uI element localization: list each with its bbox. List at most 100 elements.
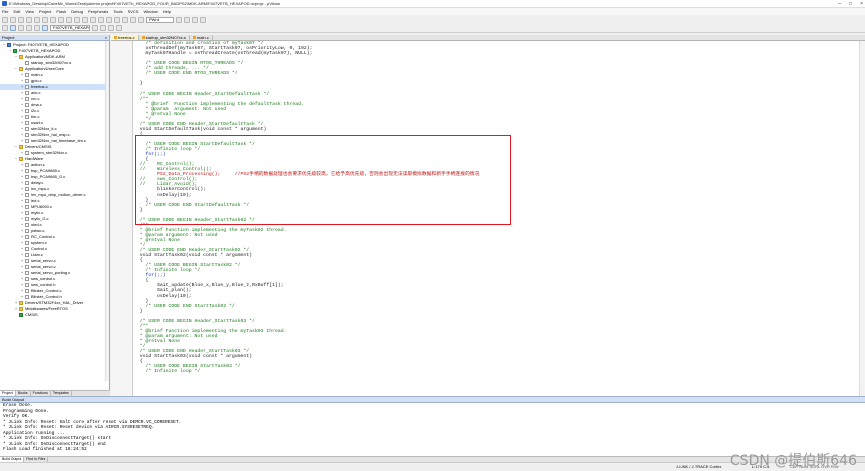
editor-tab[interactable]: main.c — [190, 35, 213, 40]
menu-flash[interactable]: Flash — [56, 9, 66, 14]
editor-scrollbar[interactable] — [859, 41, 865, 396]
open-file-icon[interactable] — [10, 16, 16, 23]
menu-peripherals[interactable]: Peripherals — [88, 9, 108, 14]
expand-icon[interactable]: + — [20, 138, 24, 144]
main-toolbar: PWrd — [0, 15, 865, 24]
menu-tools[interactable]: Tools — [113, 9, 122, 14]
expand-icon[interactable]: + — [20, 294, 24, 300]
file-icon — [25, 79, 29, 83]
editor-tab[interactable]: startup_stm32f407xx.s — [139, 35, 190, 40]
debug-icon[interactable] — [192, 16, 198, 23]
close-icon[interactable]: × — [860, 1, 863, 7]
expand-icon[interactable]: − — [14, 54, 18, 60]
code-line: 216 void StartTask03(void const * argume… — [134, 354, 252, 360]
undo-icon[interactable] — [58, 16, 64, 23]
find-icon[interactable] — [176, 16, 182, 23]
expand-icon[interactable]: − — [14, 156, 18, 162]
batch-build-icon[interactable] — [26, 25, 32, 31]
panel-close-icon[interactable]: × — [105, 35, 107, 40]
navigate-back-icon[interactable] — [74, 16, 80, 23]
bookmark-prev-icon[interactable] — [98, 16, 104, 23]
bookmark-next-icon[interactable] — [106, 16, 112, 23]
find-in-files-icon[interactable] — [184, 16, 190, 23]
code-text: /* USER CODE END RTOS_THREADS */ — [134, 71, 238, 77]
file-icon — [25, 169, 29, 173]
expand-icon[interactable]: + — [14, 306, 18, 312]
build-output-text[interactable]: Erase Done. Programming Done. Verify OK. * … — [0, 403, 865, 453]
file-icon — [25, 289, 29, 293]
indent-icon[interactable] — [114, 16, 120, 23]
file-icon — [25, 193, 29, 197]
project-tree: − Project: F407VETB_HEXAPOD − F407VETB_HEXA… — [0, 41, 109, 318]
file-icon — [25, 265, 29, 269]
save-all-icon[interactable] — [26, 16, 32, 23]
tree-item[interactable]: CMSIS — [0, 312, 109, 318]
file-icon — [25, 121, 29, 125]
manage-runtime-icon[interactable] — [108, 25, 114, 31]
code-area[interactable]: 154 /* definition and creation of myTask… — [134, 41, 859, 396]
code-text: /* USER CODE BEGIN Header_StartTask02 */ — [134, 217, 255, 223]
cut-icon[interactable] — [34, 16, 40, 23]
pack-installer-icon[interactable] — [116, 25, 122, 31]
expand-icon[interactable]: − — [14, 144, 18, 150]
code-line: 162 } — [134, 81, 143, 87]
save-icon[interactable] — [18, 16, 24, 23]
expand-icon[interactable]: − — [14, 66, 18, 72]
file-icon — [25, 199, 29, 203]
comment-icon[interactable] — [130, 16, 136, 23]
code-text: /* USER CODE END StartDefaultTask */ — [134, 202, 250, 208]
file-icon — [25, 139, 29, 143]
minimize-icon[interactable]: – — [838, 1, 841, 7]
bookmark-icon[interactable] — [90, 16, 96, 23]
navigate-forward-icon[interactable] — [82, 16, 88, 23]
menu-project[interactable]: Project — [39, 9, 51, 14]
unindent-icon[interactable] — [122, 16, 128, 23]
menu-edit[interactable]: Edit — [13, 9, 20, 14]
build-icon[interactable] — [10, 25, 16, 31]
file-icon — [25, 283, 29, 287]
maximize-icon[interactable]: □ — [849, 1, 852, 7]
build-toolbar: F407VETB_HEXAPOD — [0, 24, 865, 33]
editor-tab-label: main.c — [196, 34, 209, 40]
paste-icon[interactable] — [50, 16, 56, 23]
code-line: 160 /* USER CODE END RTOS_THREADS */ — [134, 71, 238, 77]
menu-file[interactable]: File — [2, 9, 8, 14]
expand-icon[interactable]: + — [20, 150, 24, 156]
pack-icon — [19, 313, 23, 317]
code-line: 189 /* USER CODE BEGIN Header_StartTask0… — [134, 218, 255, 224]
menu-svcs[interactable]: SVCS — [128, 9, 139, 14]
watermark: CSDN @提伯斯646 — [729, 453, 857, 469]
menu-view[interactable]: View — [25, 9, 34, 14]
code-line: 187 } — [134, 208, 143, 214]
code-text: void StartTask02(void const * argument) — [134, 253, 253, 259]
uncomment-icon[interactable] — [138, 16, 144, 23]
target-select[interactable]: F407VETB_HEXAPOD — [50, 25, 90, 31]
file-icon — [25, 271, 29, 275]
project-panel: Project × − Project: F407VETB_HEXAPOD − F40… — [0, 35, 110, 390]
menu-window[interactable]: Window — [143, 9, 157, 14]
stop-build-icon[interactable] — [34, 25, 40, 31]
editor-tab[interactable]: freertos.c — [111, 35, 139, 40]
expand-icon[interactable]: − — [2, 42, 6, 48]
menu-debug[interactable]: Debug — [71, 9, 83, 14]
target-options-icon[interactable] — [92, 25, 98, 31]
file-icon — [25, 133, 29, 137]
file-icon — [25, 187, 29, 191]
folder-icon — [19, 145, 23, 149]
file-icon — [25, 211, 29, 215]
expand-icon[interactable]: − — [8, 48, 12, 54]
file-icon — [25, 115, 29, 119]
find-combo[interactable]: PWrd — [146, 16, 174, 23]
file-icon — [25, 253, 29, 257]
file-extensions-icon[interactable] — [100, 25, 106, 31]
download-icon[interactable] — [42, 25, 48, 31]
redo-icon[interactable] — [66, 16, 72, 23]
rebuild-icon[interactable] — [18, 25, 24, 31]
translate-icon[interactable] — [2, 25, 8, 31]
pack-icon — [13, 49, 17, 53]
settings-icon[interactable] — [200, 16, 206, 23]
menu-help[interactable]: Help — [163, 9, 171, 14]
new-file-icon[interactable] — [2, 16, 8, 23]
copy-icon[interactable] — [42, 16, 48, 23]
project-scrollbar[interactable] — [105, 41, 109, 381]
